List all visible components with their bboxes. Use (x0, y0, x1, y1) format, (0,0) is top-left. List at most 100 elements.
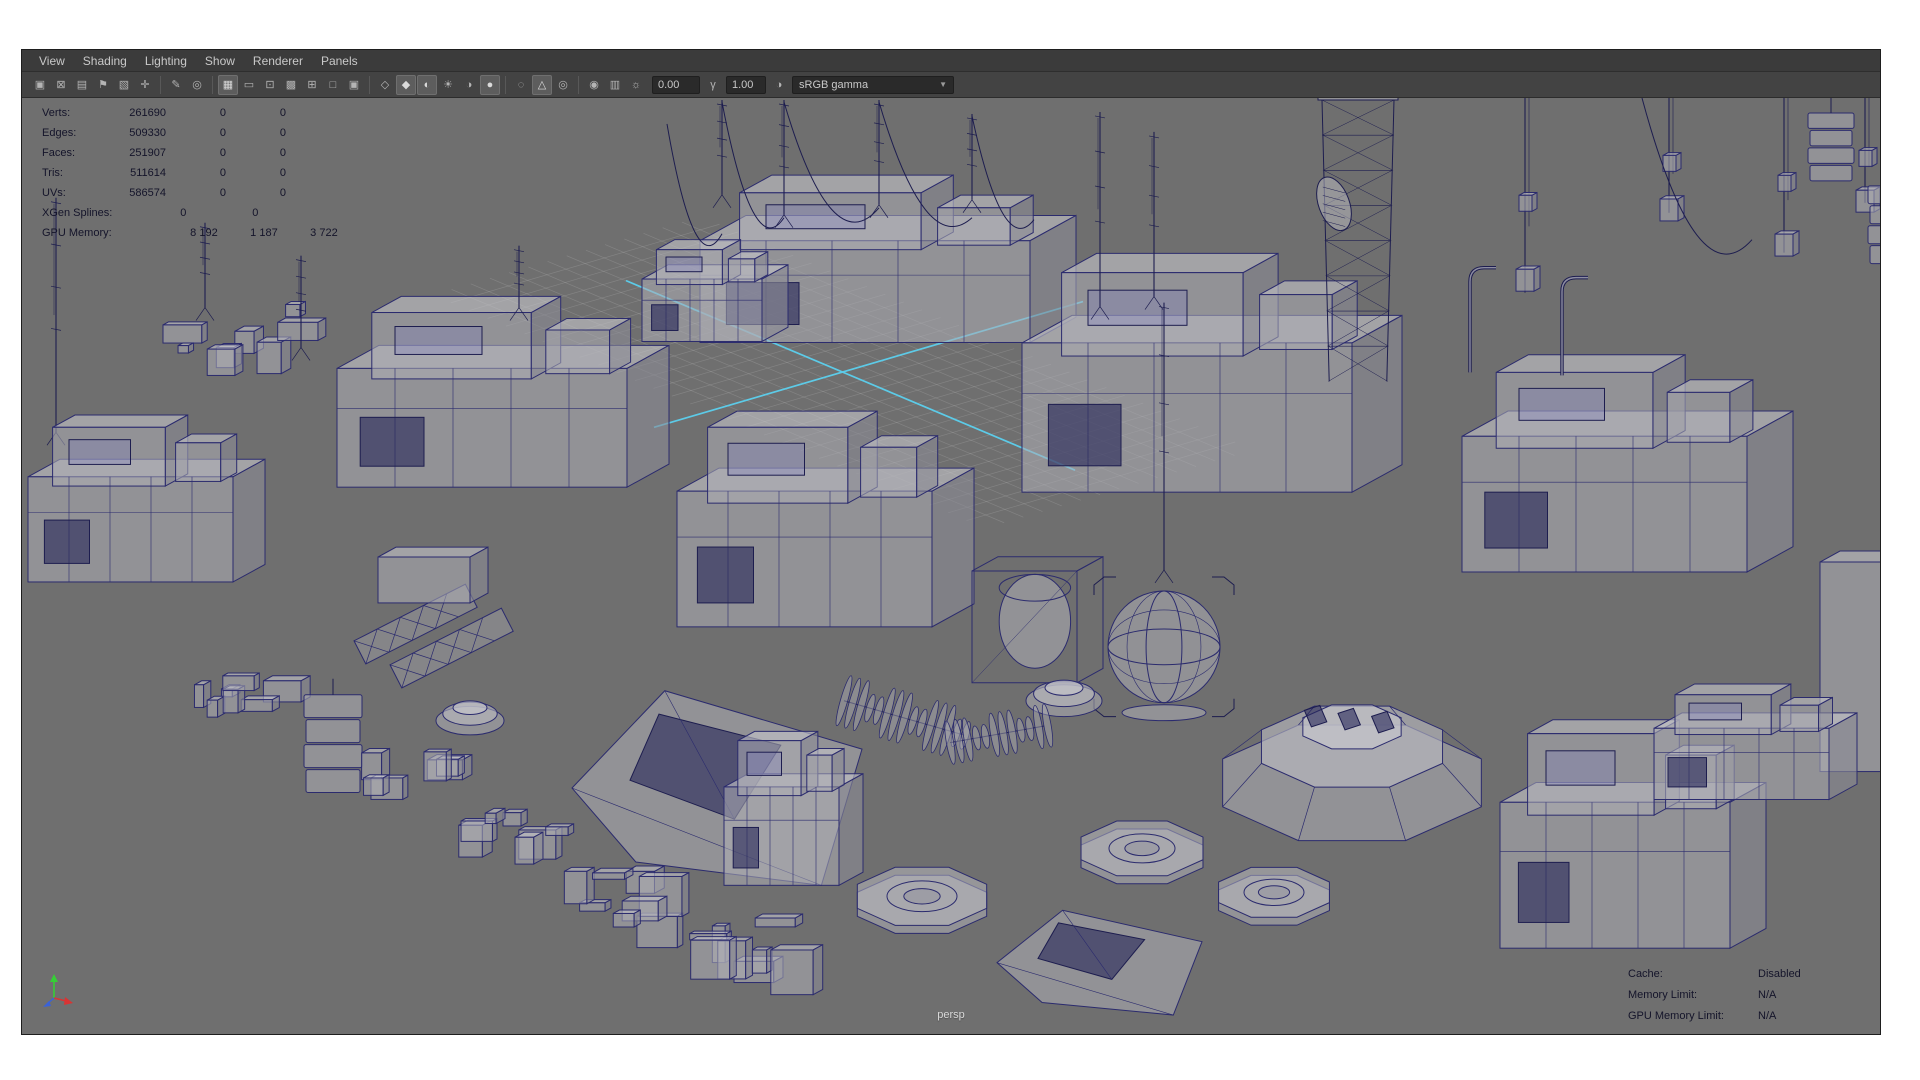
menu-item-shading[interactable]: Shading (74, 52, 136, 70)
use-all-lights-icon[interactable]: ☀ (438, 75, 458, 95)
hud-stat-row: UVs:58657400 (42, 183, 330, 203)
snapshot-icon[interactable]: ◎ (187, 75, 207, 95)
chevron-down-icon: ▼ (939, 80, 947, 89)
camera-attributes-icon[interactable]: ▤ (72, 75, 92, 95)
shadows-icon[interactable]: ◑ (459, 75, 479, 95)
hud-poly-count: Verts:26169000Edges:50933000Faces:251907… (42, 103, 330, 243)
hud-stat-value: 251907 (106, 147, 166, 159)
toolbar-group: ◇◆◐☀◑● (372, 75, 503, 95)
hud-stat-value: 509330 (106, 127, 166, 139)
textured-icon[interactable]: ◐ (417, 75, 437, 95)
hud-stat-row: Tris:51161400 (42, 163, 330, 183)
depth-of-field-icon[interactable]: ◎ (553, 75, 573, 95)
camera-name-label: persp (937, 1009, 965, 1021)
anti-alias-icon[interactable]: △ (532, 75, 552, 95)
hud-cache-info: Cache:DisabledMemory Limit:N/AGPU Memory… (1628, 963, 1822, 1026)
hud-stat-value: 0 (166, 167, 226, 179)
hud-stat-label: Faces: (42, 147, 106, 159)
hud-stat-value: 0 (186, 207, 258, 219)
view-transform-value: sRGB gamma (799, 79, 868, 91)
toolbar-separator (578, 76, 579, 94)
motion-blur-icon[interactable]: ◌ (511, 75, 531, 95)
bookmarks-icon[interactable]: ⚑ (93, 75, 113, 95)
hud-stat-label: GPU Memory: (42, 227, 114, 239)
safe-title-icon[interactable]: ▣ (344, 75, 364, 95)
menu-item-lighting[interactable]: Lighting (136, 52, 196, 70)
hud-stat-value: 8 192 (158, 227, 218, 239)
hud-stat-value: 0 (226, 167, 286, 179)
hud-stat-label: UVs: (42, 187, 106, 199)
hud-stat-value: 1 187 (218, 227, 278, 239)
exposure-toggle-icon[interactable]: ☼ (626, 75, 646, 95)
hud-stat-value: 3 722 (278, 227, 338, 239)
view-transform-dropdown[interactable]: sRGB gamma ▼ (792, 76, 954, 94)
hud-stat-row: Edges:50933000 (42, 123, 330, 143)
toolbar-separator (160, 76, 161, 94)
toolbar-group: ▦▭⊡▩⊞□▣ (215, 75, 367, 95)
image-plane-icon[interactable]: ▧ (114, 75, 134, 95)
toolbar-group: ✎◎ (163, 75, 210, 95)
exposure-field[interactable]: 0.00 (652, 76, 700, 94)
wireframe-icon[interactable]: ◇ (375, 75, 395, 95)
hud-stat-value: 0 (166, 147, 226, 159)
gamma-toggle-icon[interactable]: γ (703, 75, 723, 95)
isolate-select-icon[interactable]: ◉ (584, 75, 604, 95)
toolbar-group: ◉▥☼ (581, 75, 649, 95)
hud-stat-value: 0 (166, 187, 226, 199)
panel-menu-bar: ViewShadingLightingShowRendererPanels (22, 50, 1880, 72)
safe-action-icon[interactable]: □ (323, 75, 343, 95)
hud-stat-row: GPU Memory:8 1921 1873 722 (42, 223, 330, 243)
hud-stat-label: Edges: (42, 127, 106, 139)
pan-zoom-icon[interactable]: ✛ (135, 75, 155, 95)
hud-cache-label: GPU Memory Limit: (1628, 1010, 1758, 1022)
toolbar-separator (369, 76, 370, 94)
hud-cache-label: Memory Limit: (1628, 989, 1758, 1001)
hud-stat-label: Tris: (42, 167, 106, 179)
hud-stat-value: 0 (166, 127, 226, 139)
hud-stat-value: 0 (226, 187, 286, 199)
hud-stat-value: 0 (226, 127, 286, 139)
hud-cache-row: GPU Memory Limit:N/A (1628, 1005, 1822, 1026)
menu-item-view[interactable]: View (30, 52, 74, 70)
hud-cache-value: N/A (1758, 989, 1822, 1001)
gate-mask-icon[interactable]: ▩ (281, 75, 301, 95)
grid-icon[interactable]: ▦ (218, 75, 238, 95)
toolbar-group: ◌△◎ (508, 75, 576, 95)
menu-item-renderer[interactable]: Renderer (244, 52, 312, 70)
view-transform-icon[interactable]: ◑ (769, 75, 789, 95)
hud-cache-row: Memory Limit:N/A (1628, 984, 1822, 1005)
hud-cache-value: N/A (1758, 1010, 1822, 1022)
hud-stat-value: 511614 (106, 167, 166, 179)
resolution-gate-icon[interactable]: ⊡ (260, 75, 280, 95)
hud-stat-row: XGen Splines:00 (42, 203, 330, 223)
view-axis-gizmo[interactable] (40, 972, 74, 1008)
hud-cache-value: Disabled (1758, 968, 1822, 980)
hud-stat-value: 0 (226, 107, 286, 119)
toolbar-separator (212, 76, 213, 94)
menu-item-show[interactable]: Show (196, 52, 244, 70)
screen-space-ao-icon[interactable]: ● (480, 75, 500, 95)
smooth-shade-icon[interactable]: ◆ (396, 75, 416, 95)
hud-stat-label: Verts: (42, 107, 106, 119)
toolbar-separator (505, 76, 506, 94)
toolbar-icon-groups: ▣⊠▤⚑▧✛✎◎▦▭⊡▩⊞□▣◇◆◐☀◑●◌△◎◉▥☼ (27, 75, 649, 95)
select-camera-icon[interactable]: ▣ (30, 75, 50, 95)
hud-stat-value: 0 (226, 147, 286, 159)
viewport[interactable]: Verts:26169000Edges:50933000Faces:251907… (22, 98, 1880, 1034)
hud-stat-row: Verts:26169000 (42, 103, 330, 123)
hud-stat-value: 586574 (106, 187, 166, 199)
menu-item-panels[interactable]: Panels (312, 52, 367, 70)
lock-camera-icon[interactable]: ⊠ (51, 75, 71, 95)
grease-pencil-icon[interactable]: ✎ (166, 75, 186, 95)
film-gate-icon[interactable]: ▭ (239, 75, 259, 95)
toolbar-group: ▣⊠▤⚑▧✛ (27, 75, 158, 95)
hud-stat-value: 261690 (106, 107, 166, 119)
hud-stat-value: 0 (166, 107, 226, 119)
hud-stat-label: XGen Splines: (42, 207, 114, 219)
hud-cache-label: Cache: (1628, 968, 1758, 980)
field-chart-icon[interactable]: ⊞ (302, 75, 322, 95)
hud-cache-row: Cache:Disabled (1628, 963, 1822, 984)
gamma-field[interactable]: 1.00 (726, 76, 766, 94)
x-ray-icon[interactable]: ▥ (605, 75, 625, 95)
hud-stat-row: Faces:25190700 (42, 143, 330, 163)
